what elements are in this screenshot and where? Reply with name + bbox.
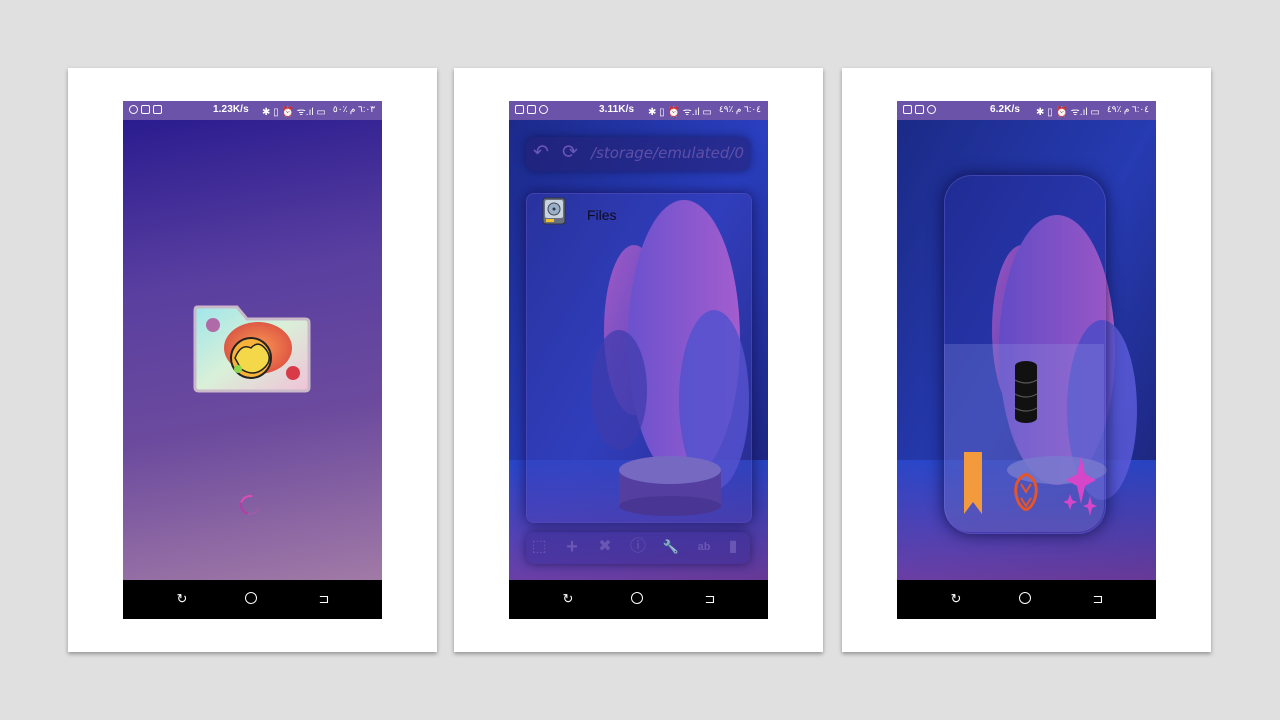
lock-icon bbox=[915, 105, 924, 114]
back-button[interactable]: ↻ bbox=[949, 592, 963, 606]
lock-icon bbox=[527, 105, 536, 114]
select-all-icon[interactable]: ⬚ bbox=[529, 537, 549, 557]
delete-icon[interactable]: ✖ bbox=[595, 537, 615, 557]
status-bar: 3.11K/s ✱ ▯ ⏰ ᯤ.ıl ▭ ٦:٠٤ م ٪٤٩ bbox=[509, 101, 768, 120]
side-menu-screen bbox=[897, 120, 1156, 580]
status-time: ٦:٠٤ م ٪٤٩ bbox=[718, 104, 761, 114]
hard-drive-icon bbox=[542, 197, 566, 225]
rename-icon[interactable]: ab bbox=[694, 537, 714, 557]
image-icon bbox=[515, 105, 524, 114]
network-speed: 1.23K/s bbox=[213, 104, 249, 115]
whatsapp-icon bbox=[539, 105, 548, 114]
bookmark-icon[interactable]: ▮ bbox=[723, 537, 743, 557]
system-icons: ✱ ▯ ⏰ ᯤ.ıl ▭ bbox=[1036, 107, 1100, 118]
system-icons: ✱ ▯ ⏰ ᯤ.ıl ▭ bbox=[648, 107, 712, 118]
loading-spinner bbox=[236, 491, 264, 519]
storage-icon[interactable] bbox=[1014, 360, 1038, 424]
phone-screen: 3.11K/s ✱ ▯ ⏰ ᯤ.ıl ▭ ٦:٠٤ م ٪٤٩ ↶ ⟳ /sto… bbox=[509, 101, 768, 619]
phone-screen: 6.2K/s ✱ ▯ ⏰ ᯤ.ıl ▭ ٦:٠٤ م ٪٤٩ ↻ ⊐ bbox=[897, 101, 1156, 619]
splash-screen bbox=[123, 120, 382, 580]
info-icon[interactable]: ⓘ bbox=[628, 537, 648, 557]
screenshot-card-side-menu: 6.2K/s ✱ ▯ ⏰ ᯤ.ıl ▭ ٦:٠٤ م ٪٤٩ ↻ ⊐ bbox=[842, 68, 1211, 652]
recents-button[interactable]: ⊐ bbox=[703, 592, 717, 606]
back-arrow-icon[interactable]: ↶ bbox=[533, 143, 549, 163]
home-button[interactable] bbox=[245, 592, 257, 604]
file-name: Files bbox=[587, 207, 617, 223]
network-speed: 3.11K/s bbox=[599, 104, 635, 115]
whatsapp-icon bbox=[927, 105, 936, 114]
screenshot-card-file-browser: 3.11K/s ✱ ▯ ⏰ ᯤ.ıl ▭ ٦:٠٤ م ٪٤٩ ↶ ⟳ /sto… bbox=[454, 68, 823, 652]
notification-icons bbox=[515, 105, 548, 116]
add-icon[interactable]: + bbox=[562, 537, 582, 557]
refresh-icon[interactable]: ⟳ bbox=[562, 143, 578, 163]
file-list: Files bbox=[526, 193, 752, 523]
status-bar: 1.23K/s ✱ ▯ ⏰ ᯤ.ıl ▭ ٦:٠٣ م ٪٥٠ bbox=[123, 101, 382, 120]
status-time: ٦:٠٤ م ٪٤٩ bbox=[1106, 104, 1149, 114]
navigation-bar: ↻ ⊐ bbox=[123, 580, 382, 619]
notification-icons bbox=[129, 105, 162, 116]
recycle-icon[interactable] bbox=[1011, 470, 1041, 514]
navigation-bar: ↻ ⊐ bbox=[509, 580, 768, 619]
file-browser-screen: ↶ ⟳ /storage/emulated/0 Files ⬚ + ✖ ⓘ 🔧 … bbox=[509, 120, 768, 580]
lock-icon bbox=[153, 105, 162, 114]
image-icon bbox=[141, 105, 150, 114]
app-folder-logo bbox=[193, 305, 311, 393]
path-input[interactable]: /storage/emulated/0 bbox=[591, 144, 744, 162]
status-bar: 6.2K/s ✱ ▯ ⏰ ᯤ.ıl ▭ ٦:٠٤ م ٪٤٩ bbox=[897, 101, 1156, 120]
back-button[interactable]: ↻ bbox=[561, 592, 575, 606]
status-time: ٦:٠٣ م ٪٥٠ bbox=[332, 104, 375, 114]
screenshot-card-splash: 1.23K/s ✱ ▯ ⏰ ᯤ.ıl ▭ ٦:٠٣ م ٪٥٠ ↻ ⊐ bbox=[68, 68, 437, 652]
home-button[interactable] bbox=[1019, 592, 1031, 604]
recents-button[interactable]: ⊐ bbox=[317, 592, 331, 606]
bookmark-icon[interactable] bbox=[964, 452, 982, 514]
navigation-bar: ↻ ⊐ bbox=[897, 580, 1156, 619]
back-button[interactable]: ↻ bbox=[175, 592, 189, 606]
tools-icon[interactable]: 🔧 bbox=[661, 537, 681, 557]
whatsapp-icon bbox=[129, 105, 138, 114]
path-bar: ↶ ⟳ /storage/emulated/0 bbox=[526, 137, 750, 171]
recents-button[interactable]: ⊐ bbox=[1091, 592, 1105, 606]
bottom-toolbar: ⬚ + ✖ ⓘ 🔧 ab ▮ bbox=[526, 532, 750, 564]
notification-icons bbox=[903, 105, 936, 116]
phone-screen: 1.23K/s ✱ ▯ ⏰ ᯤ.ıl ▭ ٦:٠٣ م ٪٥٠ ↻ ⊐ bbox=[123, 101, 382, 619]
network-speed: 6.2K/s bbox=[990, 104, 1021, 115]
sparkles-icon[interactable] bbox=[1064, 456, 1098, 516]
image-icon bbox=[903, 105, 912, 114]
home-button[interactable] bbox=[631, 592, 643, 604]
system-icons: ✱ ▯ ⏰ ᯤ.ıl ▭ bbox=[262, 107, 326, 118]
